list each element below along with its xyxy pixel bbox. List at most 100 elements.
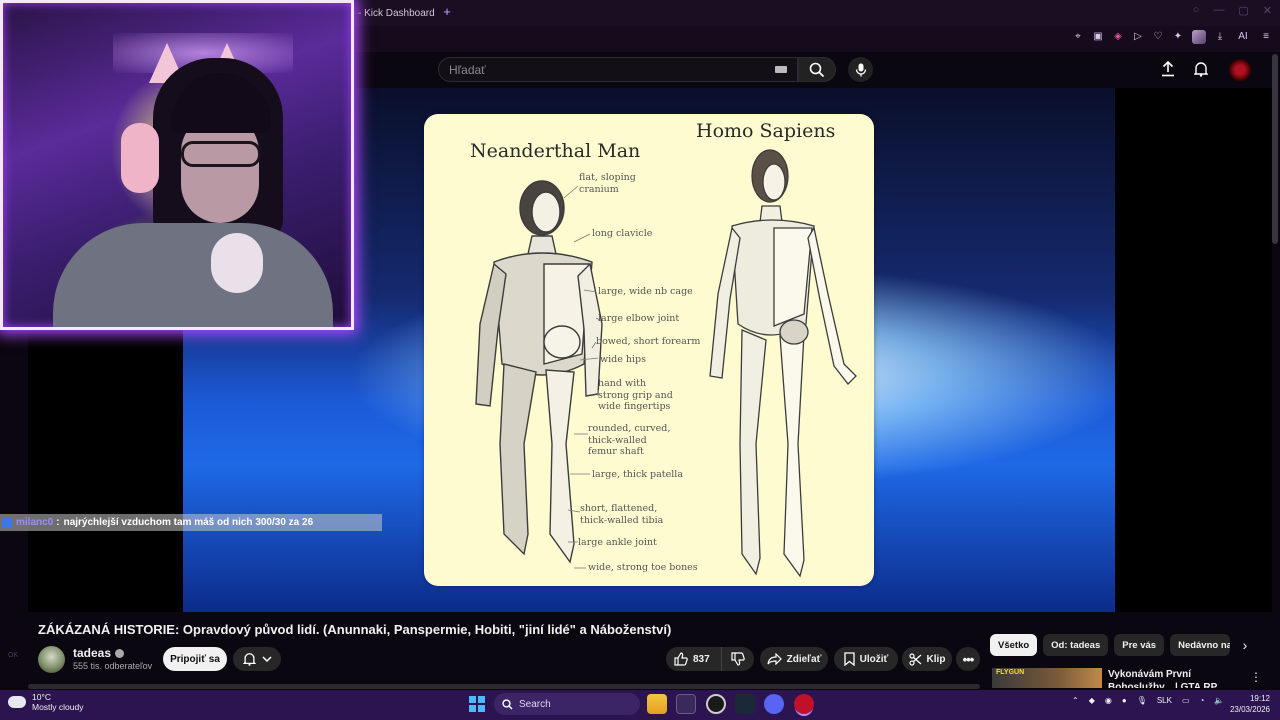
skeleton-comparison-image: Neanderthal Man Homo Sapiens flat, slopi… xyxy=(424,114,874,586)
browser-tab[interactable]: - Kick Dashboard xyxy=(358,0,435,26)
search-tabs-icon[interactable]: ○ xyxy=(1193,4,1200,17)
screenshot-icon[interactable]: ▣ xyxy=(1092,31,1104,43)
new-tab-button[interactable]: + xyxy=(440,4,454,20)
temperature: 10°C xyxy=(32,692,51,702)
upload-button[interactable] xyxy=(1159,60,1177,78)
heart-icon[interactable]: ♡ xyxy=(1152,31,1164,43)
discord-icon[interactable] xyxy=(764,694,784,714)
weather-condition: Mostly cloudy xyxy=(32,702,84,712)
minimize-icon[interactable]: — xyxy=(1213,4,1224,17)
chat-message: milanc0 : najrýchlejší vzduchom tam máš … xyxy=(0,514,382,531)
pin-icon[interactable]: ⌖ xyxy=(1072,31,1084,43)
windows-taskbar xyxy=(0,690,1280,720)
file-explorer-icon[interactable] xyxy=(647,694,667,714)
channel-avatar[interactable] xyxy=(38,646,65,673)
menu-icon[interactable]: ≡ xyxy=(1260,31,1272,43)
search-icon xyxy=(809,62,825,77)
share-label: Zdieľať xyxy=(786,653,822,665)
chip-from-channel[interactable]: Od: tadeas xyxy=(1043,634,1109,656)
save-label: Uložiť xyxy=(859,653,889,665)
system-tray: ⌃ ◆ ◉ ● 🎙 SLK ▭ ◔ 🔈 xyxy=(1072,696,1224,705)
display-icon[interactable]: ▭ xyxy=(1182,696,1190,705)
share-button[interactable]: Zdieľať xyxy=(760,647,828,671)
clock-time: 19:12 xyxy=(1249,694,1270,703)
side-tag: OK xyxy=(8,652,19,659)
cloud-icon xyxy=(8,696,26,708)
steam-icon[interactable] xyxy=(735,694,755,714)
microphone-icon[interactable]: 🎙 xyxy=(1137,696,1147,705)
app-icon[interactable] xyxy=(676,694,696,714)
scissors-icon xyxy=(908,652,921,666)
chip-all[interactable]: Všetko xyxy=(990,634,1038,656)
chip-for-you[interactable]: Pre vás xyxy=(1114,634,1165,656)
extensions-icon[interactable]: ✦ xyxy=(1172,31,1184,43)
chevron-right-icon[interactable]: › xyxy=(1236,636,1254,654)
page-scrollbar[interactable] xyxy=(1272,54,1278,244)
like-button[interactable]: 837 xyxy=(666,647,722,671)
windows-start-icon[interactable] xyxy=(469,696,485,712)
pocket-icon[interactable]: ◈ xyxy=(1112,31,1124,43)
more-actions-button[interactable]: ••• xyxy=(956,647,980,671)
label-toe-bones: wide, strong toe bones xyxy=(588,562,698,573)
voice-search-button[interactable] xyxy=(848,57,873,82)
notifications-button[interactable] xyxy=(1192,60,1210,78)
clip-button[interactable]: Klip xyxy=(902,647,952,671)
keyboard-icon[interactable] xyxy=(775,66,787,73)
ai-icon[interactable]: AI xyxy=(1234,31,1252,43)
save-button[interactable]: Uložiť xyxy=(834,647,898,671)
maximize-icon[interactable]: ▢ xyxy=(1238,4,1248,17)
tray-app-icon-2[interactable]: ◉ xyxy=(1105,696,1112,705)
chevron-up-icon[interactable]: ⌃ xyxy=(1072,696,1079,705)
thumbnail-text: FLYGUN xyxy=(996,669,1025,676)
taskbar-search[interactable]: Search xyxy=(494,693,640,715)
search-input[interactable] xyxy=(449,62,749,77)
play-icon[interactable]: ▷ xyxy=(1132,31,1144,43)
chat-username[interactable]: milanc0 xyxy=(16,517,53,528)
chevron-down-icon xyxy=(261,656,272,662)
horizontal-scrollbar[interactable] xyxy=(28,684,980,689)
verified-icon xyxy=(115,649,125,659)
streamer-body xyxy=(53,223,333,327)
account-avatar[interactable] xyxy=(1229,59,1251,81)
recommended-video-title[interactable]: Vykonávám První Bohoslužby... | GTA RP xyxy=(1108,668,1258,688)
bookmark-icon xyxy=(844,652,855,666)
label-patella: large, thick patella xyxy=(592,469,683,480)
opera-gx-icon[interactable] xyxy=(794,694,814,714)
tray-app-icon-3[interactable]: ● xyxy=(1122,696,1127,705)
download-icon[interactable]: ⤓ xyxy=(1214,31,1226,43)
chip-recently-uploaded[interactable]: Nedávno nahr xyxy=(1170,634,1231,656)
channel-name[interactable]: tadeas xyxy=(73,646,125,660)
clock[interactable]: 19:12 23/03/2026 xyxy=(1226,693,1270,715)
search-button[interactable] xyxy=(798,57,836,82)
channel-name-text[interactable]: tadeas xyxy=(73,646,111,660)
recommendation-chips: Všetko Od: tadeas Pre vás Nedávno nahr xyxy=(990,634,1231,656)
dislike-button[interactable] xyxy=(722,652,754,666)
tab-title: - Kick Dashboard xyxy=(358,7,435,19)
network-icon[interactable]: ◔ xyxy=(1200,696,1205,705)
tray-app-icon[interactable]: ◆ xyxy=(1089,696,1095,705)
label-hips: wide hips xyxy=(600,354,647,365)
label-rib-cage: large, wide nb cage xyxy=(598,286,693,297)
label-femur: rounded, curved, thick-walled femur shaft xyxy=(588,423,671,457)
upload-icon xyxy=(1162,61,1174,77)
chat-badge-icon xyxy=(2,517,12,528)
clock-date: 23/03/2026 xyxy=(1229,705,1270,714)
join-button[interactable]: Pripojiť sa xyxy=(163,647,227,671)
kebab-menu-icon[interactable]: ⋮ xyxy=(1250,670,1262,684)
search-icon xyxy=(502,698,513,710)
close-icon[interactable]: ✕ xyxy=(1263,4,1272,17)
obs-icon[interactable] xyxy=(706,694,726,714)
search-box[interactable] xyxy=(438,57,798,82)
language-indicator[interactable]: SLK xyxy=(1157,696,1172,705)
subscriber-count: 555 tis. odberateľov xyxy=(73,661,153,671)
thumbs-up-icon xyxy=(674,652,688,666)
weather-widget[interactable]: 10°C Mostly cloudy xyxy=(8,692,84,712)
microphone-icon xyxy=(855,63,866,76)
recommended-video-thumbnail[interactable]: FLYGUN xyxy=(992,668,1102,688)
more-dots-icon: ••• xyxy=(962,651,975,667)
profile-avatar-icon[interactable] xyxy=(1192,30,1206,44)
webcam-overlay xyxy=(0,0,354,330)
volume-icon[interactable]: 🔈 xyxy=(1214,696,1224,705)
subscription-bell-button[interactable] xyxy=(233,647,281,671)
headphones xyxy=(121,123,159,193)
